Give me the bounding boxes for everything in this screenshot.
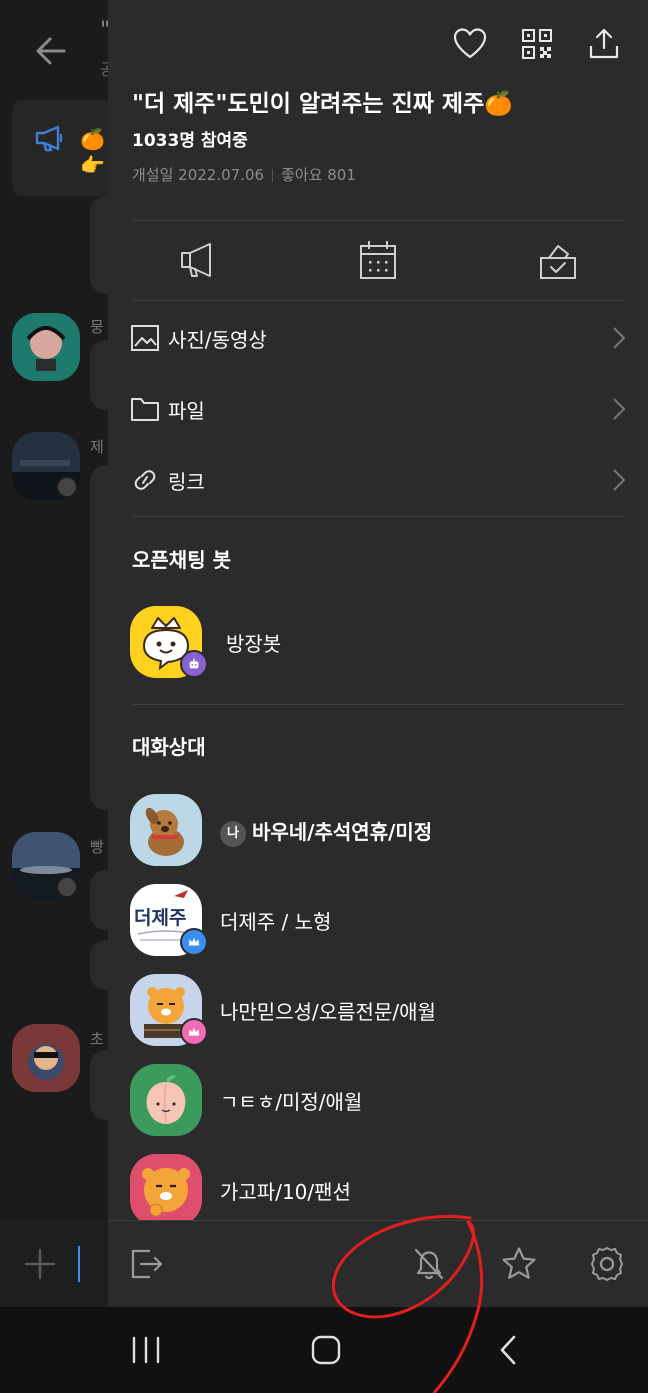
menu-label: 링크 — [168, 470, 205, 494]
created-date: 개설일 2022.07.06 — [132, 166, 265, 184]
heart-icon[interactable] — [452, 26, 488, 62]
crown-badge-icon — [180, 928, 208, 956]
system-navigation-bar — [0, 1307, 648, 1393]
star-icon[interactable] — [500, 1245, 538, 1283]
settings-gear-icon[interactable] — [588, 1245, 626, 1283]
menu-label: 파일 — [168, 399, 205, 423]
member-avatar — [130, 1064, 202, 1136]
section-title-members: 대화상대 — [132, 735, 206, 759]
qr-code-icon[interactable] — [519, 26, 555, 62]
member-item[interactable]: ㄱㅌㅎ/미정/애월 — [108, 1064, 648, 1144]
member-item[interactable]: 나 바우네/추석연휴/미정 — [108, 794, 648, 874]
participant-count[interactable]: 1033명 참여중 — [132, 126, 248, 151]
link-icon — [134, 470, 156, 490]
calendar-icon[interactable] — [358, 238, 398, 282]
menu-label: 사진/동영상 — [168, 328, 267, 352]
sender-name: 뭉 — [90, 318, 104, 336]
member-name: 더제주 / 노형 — [220, 910, 332, 934]
chat-room-drawer: "더 제주"도민이 알려주는 진짜 제주🍊 1033명 참여중 개설일 2022… — [108, 0, 648, 1307]
bot-name: 방장봇 — [226, 632, 282, 656]
notification-off-icon[interactable] — [410, 1245, 448, 1283]
sender-name: 초 — [90, 1030, 104, 1048]
avatar[interactable] — [12, 313, 80, 381]
menu-photos-videos[interactable]: 사진/동영상 — [108, 310, 648, 366]
divider — [132, 704, 624, 705]
bot-item[interactable]: 방장봇 — [108, 606, 648, 686]
member-name: 나만믿으셩/오름전문/애월 — [220, 1000, 436, 1024]
text-cursor — [78, 1246, 80, 1282]
album-badge-icon — [56, 476, 78, 498]
section-title-bots: 오픈채팅 봇 — [132, 548, 231, 572]
member-item[interactable]: 나만믿으셩/오름전문/애월 — [108, 974, 648, 1054]
notice-megaphone-icon[interactable] — [178, 238, 218, 282]
back-icon[interactable] — [490, 1335, 530, 1365]
member-avatar — [130, 794, 202, 866]
sender-name: 제 — [90, 438, 104, 456]
member-name: 가고파/10/팬션 — [220, 1180, 351, 1204]
menu-links[interactable]: 링크 — [108, 452, 648, 508]
room-title: "더 제주"도민이 알려주는 진짜 제주🍊 — [132, 91, 513, 117]
folder-icon — [131, 398, 159, 421]
robot-badge-icon — [180, 650, 208, 678]
member-avatar — [130, 1154, 202, 1226]
sender-name: 빵 — [90, 838, 104, 856]
image-icon — [131, 325, 159, 351]
room-meta: 개설일 2022.07.06 좋아요 801 — [132, 164, 356, 185]
member-name: ㄱㅌㅎ/미정/애월 — [220, 1090, 363, 1114]
like-count: 좋아요 801 — [281, 166, 356, 184]
crown-badge-icon — [180, 1018, 208, 1046]
share-icon[interactable] — [586, 26, 622, 62]
divider — [132, 516, 624, 517]
megaphone-icon — [35, 125, 63, 152]
avatar[interactable] — [12, 1024, 80, 1092]
album-badge-icon — [56, 876, 78, 898]
home-icon[interactable] — [306, 1335, 346, 1365]
chevron-right-icon — [613, 398, 626, 420]
notice-emoji: 🍊 👉 — [80, 127, 105, 177]
back-arrow-icon[interactable] — [34, 34, 68, 68]
me-badge: 나 — [220, 820, 246, 847]
member-name: 나 바우네/추석연휴/미정 — [220, 816, 432, 847]
member-item[interactable]: 더제주 더제주 / 노형 — [108, 884, 648, 964]
member-name-text: 바우네/추석연휴/미정 — [252, 820, 433, 844]
chevron-right-icon — [613, 469, 626, 491]
exit-room-icon[interactable] — [128, 1245, 166, 1283]
chevron-right-icon — [613, 327, 626, 349]
divider — [132, 300, 624, 301]
plus-icon[interactable] — [24, 1248, 56, 1280]
drawer-bottom-bar — [108, 1220, 648, 1307]
menu-files[interactable]: 파일 — [108, 381, 648, 437]
vote-ballot-icon[interactable] — [538, 238, 578, 282]
divider — [132, 220, 624, 221]
recent-apps-icon[interactable] — [126, 1335, 166, 1365]
meta-separator — [272, 169, 274, 182]
